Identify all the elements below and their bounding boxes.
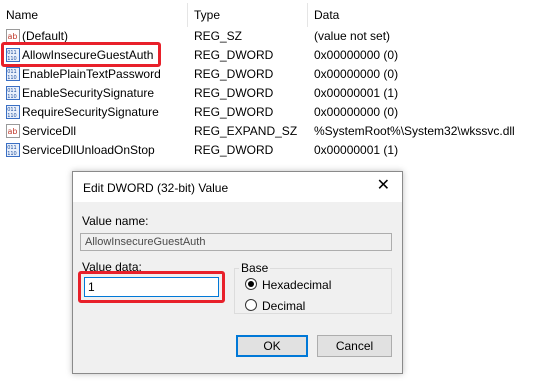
close-icon[interactable]: ✕: [377, 178, 390, 194]
dword-value-icon: 011 110: [6, 86, 20, 100]
radio-selected-icon: [248, 281, 254, 287]
hexadecimal-label[interactable]: Hexadecimal: [262, 278, 331, 292]
value-data: 0x00000000 (0): [314, 48, 399, 62]
svg-text:110: 110: [7, 151, 17, 157]
edit-dword-dialog: Edit DWORD (32-bit) Value ✕ Value name: …: [72, 171, 403, 374]
string-value-icon: ab: [6, 29, 20, 43]
value-data: 0x00000001 (1): [314, 86, 399, 100]
decimal-label[interactable]: Decimal: [262, 299, 305, 313]
value-name-label: Value name:: [82, 214, 149, 228]
value-name: RequireSecuritySignature: [22, 105, 159, 119]
value-type: REG_DWORD: [194, 48, 274, 62]
dialog-title: Edit DWORD (32-bit) Value: [83, 181, 229, 195]
value-type: REG_EXPAND_SZ: [194, 124, 298, 138]
list-item[interactable]: ab ServiceDll REG_EXPAND_SZ %SystemRoot%…: [0, 122, 537, 141]
svg-text:110: 110: [7, 75, 17, 81]
dword-value-icon: 011 110: [6, 67, 20, 81]
value-name: EnableSecuritySignature: [22, 86, 155, 100]
value-name: (Default): [22, 29, 69, 43]
value-type: REG_SZ: [194, 29, 243, 43]
cancel-button[interactable]: Cancel: [317, 335, 392, 357]
base-group-label: Base: [239, 261, 271, 275]
value-type: REG_DWORD: [194, 105, 274, 119]
value-type: REG_DWORD: [194, 67, 274, 81]
dword-value-icon: 011 110: [6, 143, 20, 157]
annotation-highlight: [78, 271, 225, 303]
svg-text:ab: ab: [8, 127, 18, 136]
value-data: 0x00000000 (0): [314, 67, 399, 81]
value-type: REG_DWORD: [194, 86, 274, 100]
column-divider[interactable]: [307, 3, 308, 27]
ok-button[interactable]: OK: [236, 335, 308, 357]
string-value-icon: ab: [6, 124, 20, 138]
value-type: REG_DWORD: [194, 143, 274, 157]
column-header-name[interactable]: Name: [6, 8, 38, 22]
list-header: Name Type Data: [0, 0, 537, 28]
list-item[interactable]: 011 110 EnableSecuritySignature REG_DWOR…: [0, 84, 537, 103]
svg-text:110: 110: [7, 113, 17, 119]
column-divider[interactable]: [187, 3, 188, 27]
list-item[interactable]: 011 110 RequireSecuritySignature REG_DWO…: [0, 103, 537, 122]
column-header-data[interactable]: Data: [314, 8, 339, 22]
list-item[interactable]: 011 110 EnablePlainTextPassword REG_DWOR…: [0, 65, 537, 84]
value-data: (value not set): [314, 29, 391, 43]
value-data: 0x00000000 (0): [314, 105, 399, 119]
value-data: 0x00000001 (1): [314, 143, 399, 157]
dword-value-icon: 011 110: [6, 105, 20, 119]
registry-value-list: Name Type Data ab (Default) REG_SZ (valu…: [0, 0, 537, 162]
decimal-radio[interactable]: [245, 299, 257, 311]
dialog-titlebar[interactable]: Edit DWORD (32-bit) Value ✕: [73, 172, 402, 202]
annotation-highlight: [1, 42, 161, 67]
svg-text:110: 110: [7, 94, 17, 100]
value-name-field: AllowInsecureGuestAuth: [80, 233, 392, 251]
svg-text:ab: ab: [8, 32, 18, 41]
value-name: ServiceDllUnloadOnStop: [22, 143, 155, 157]
value-name: EnablePlainTextPassword: [22, 67, 161, 81]
value-name: ServiceDll: [22, 124, 77, 138]
value-data: %SystemRoot%\System32\wkssvc.dll: [314, 124, 515, 138]
hexadecimal-radio[interactable]: [245, 278, 257, 290]
list-item[interactable]: 011 110 ServiceDllUnloadOnStop REG_DWORD…: [0, 141, 537, 160]
column-header-type[interactable]: Type: [194, 8, 220, 22]
